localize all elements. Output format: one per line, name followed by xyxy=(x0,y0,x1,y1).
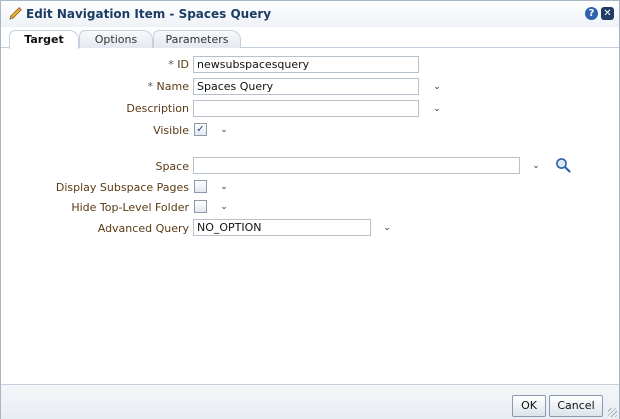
hide-top-level-folder-checkbox[interactable] xyxy=(194,200,207,213)
dialog-title: Edit Navigation Item - Spaces Query xyxy=(26,7,272,21)
dialog-footer: OK Cancel xyxy=(1,384,619,419)
tab-parameters[interactable]: Parameters xyxy=(153,30,241,48)
close-icon[interactable]: ✕ xyxy=(601,7,614,20)
name-field[interactable]: Spaces Query xyxy=(193,78,419,95)
tab-target[interactable]: Target xyxy=(9,30,79,49)
name-label-box: * Name xyxy=(1,78,189,96)
ok-button[interactable]: OK xyxy=(512,395,546,417)
tab-options-label: Options xyxy=(94,33,138,46)
name-label: * Name xyxy=(148,80,189,93)
tab-parameters-label: Parameters xyxy=(165,33,229,46)
resize-grip-icon[interactable] xyxy=(608,408,617,417)
help-icon[interactable]: ? xyxy=(585,7,598,20)
id-field[interactable]: newsubspacesquery xyxy=(193,56,419,73)
id-label-text: ID xyxy=(177,58,189,71)
id-required-marker: * xyxy=(168,58,174,71)
hide-top-level-chevron-down-icon[interactable]: ⌄ xyxy=(218,201,230,213)
tab-target-label: Target xyxy=(24,33,64,46)
hide-top-level-label-box: Hide Top-Level Folder xyxy=(1,199,189,217)
name-required-marker: * xyxy=(147,80,154,93)
id-label-box: * ID xyxy=(1,56,189,74)
cancel-button[interactable]: Cancel xyxy=(549,395,603,417)
visible-checkbox[interactable]: ✓ xyxy=(194,123,207,136)
space-label: Space xyxy=(155,160,189,173)
display-subspace-chevron-down-icon[interactable]: ⌄ xyxy=(218,181,230,193)
name-label-text: Name xyxy=(156,80,189,93)
advanced-query-chevron-down-icon[interactable]: ⌄ xyxy=(381,222,393,234)
display-subspace-pages-checkbox[interactable] xyxy=(194,180,207,193)
space-label-box: Space xyxy=(1,158,189,176)
advanced-query-field[interactable]: NO_OPTION xyxy=(193,219,371,236)
edit-navigation-dialog: Edit Navigation Item - Spaces Query ? ✕ … xyxy=(0,0,620,419)
visible-label: Visible xyxy=(153,124,189,137)
description-chevron-down-icon[interactable]: ⌄ xyxy=(431,103,443,115)
id-label: * ID xyxy=(168,58,189,71)
space-field[interactable] xyxy=(193,157,520,174)
space-chevron-down-icon[interactable]: ⌄ xyxy=(530,160,542,172)
display-subspace-label-box: Display Subspace Pages xyxy=(1,179,189,197)
description-label: Description xyxy=(126,102,189,115)
description-label-box: Description xyxy=(1,100,189,118)
search-icon[interactable] xyxy=(555,157,571,173)
tab-bar: Target Options Parameters xyxy=(1,28,619,49)
name-chevron-down-icon[interactable]: ⌄ xyxy=(431,81,443,93)
visible-label-box: Visible xyxy=(1,122,189,140)
display-subspace-pages-label: Display Subspace Pages xyxy=(55,181,189,194)
tab-options[interactable]: Options xyxy=(79,30,153,48)
visible-chevron-down-icon[interactable]: ⌄ xyxy=(218,124,230,136)
pencil-icon xyxy=(9,6,22,20)
advanced-query-label-box: Advanced Query xyxy=(1,220,189,238)
advanced-query-label: Advanced Query xyxy=(97,222,189,235)
hide-top-level-folder-label: Hide Top-Level Folder xyxy=(71,201,189,214)
dialog-title-bar[interactable]: Edit Navigation Item - Spaces Query ? ✕ xyxy=(1,1,619,27)
description-field[interactable] xyxy=(193,100,419,117)
